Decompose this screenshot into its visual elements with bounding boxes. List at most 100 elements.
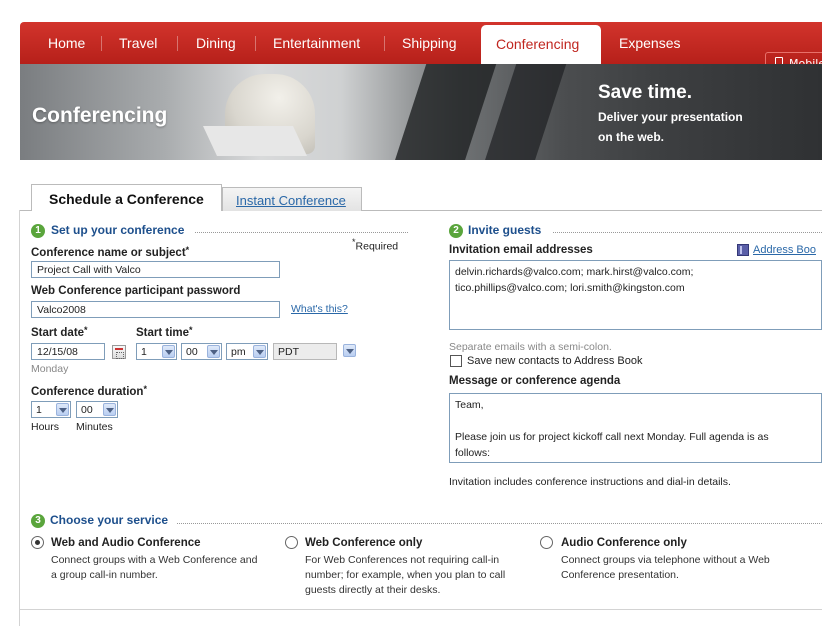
start-day-name: Monday [31,363,69,375]
message-textarea[interactable]: Team, Please join us for project kickoff… [449,393,822,463]
nav-travel[interactable]: Travel [119,35,157,51]
calendar-icon[interactable] [112,345,126,359]
message-line: follows: [455,447,491,459]
start-time-label: Start time* [136,325,193,339]
duration-label: Conference duration* [31,384,147,398]
tab-schedule-conference[interactable]: Schedule a Conference [31,184,222,211]
banner-subline-1: Deliver your presentation [598,110,743,124]
web-only-label: Web Conference only [305,537,423,549]
section-divider [195,232,408,233]
hour-select[interactable]: 1 [136,343,177,360]
emails-line: tico.phillips@valco.com; lori.smith@king… [455,282,685,294]
ampm-value: pm [231,346,246,358]
nav-dining[interactable]: Dining [196,35,236,51]
section-divider [553,232,822,233]
nav-divider [255,36,256,51]
message-label: Message or conference agenda [449,375,621,387]
nav-divider [101,36,102,51]
chevron-down-icon [56,403,69,416]
timezone-value: PDT [278,346,299,358]
section-divider [177,523,822,524]
description-line: Connect groups with a Web Conference and [51,554,258,566]
tab-schedule-label: Schedule a Conference [49,191,204,207]
hero-banner: Conferencing Save time. Deliver your pre… [20,64,822,160]
service-section-title: Choose your service [50,513,169,527]
ampm-select[interactable]: pm [226,343,268,360]
chevron-down-icon [103,403,116,416]
step-3-badge: 3 [31,514,45,528]
nav-divider [384,36,385,51]
bottom-divider [20,609,822,610]
required-note: *Required [352,237,399,253]
conference-name-input[interactable]: Project Call with Valco [31,261,280,278]
banner-laptop-photo [203,126,307,156]
start-date-label: Start date* [31,325,88,339]
nav-expenses[interactable]: Expenses [619,35,680,51]
hours-caption: Hours [31,421,60,433]
whats-this-link[interactable]: What's this? [291,303,348,315]
save-contacts-checkbox[interactable] [450,355,462,367]
nav-conferencing-active[interactable]: Conferencing [481,25,601,64]
left-border [19,210,20,626]
banner-subline-2: on the web. [598,130,664,144]
tab-instant-conference[interactable]: Instant Conference [222,187,362,211]
banner-window-frame [480,64,570,160]
banner-window-frame [390,64,500,160]
chevron-down-icon [207,345,220,358]
description-line: guests directly at their desks. [305,584,441,596]
duration-minutes-select[interactable]: 00 [76,401,118,418]
emails-label: Invitation email addresses [449,244,593,256]
web-audio-description: Connect groups with a Web Conference and… [51,553,257,583]
password-input[interactable]: Valco2008 [31,301,280,318]
description-line: a group call-in number. [51,569,158,581]
setup-section-title: Set up your conference [51,223,185,237]
chevron-down-icon [162,345,175,358]
description-line: Conference presentation. [561,569,679,581]
nav-shipping[interactable]: Shipping [402,35,457,51]
banner-subline: Deliver your presentation on the web. [598,107,778,147]
save-contacts-label: Save new contacts to Address Book [467,355,643,367]
message-line: Team, [455,399,484,411]
hour-value: 1 [141,346,147,358]
nav-entertainment[interactable]: Entertainment [273,35,360,51]
top-nav: Home Travel Dining Entertainment Shippin… [20,22,822,74]
nav-conferencing: Conferencing [496,36,580,52]
invitation-note: Invitation includes conference instructi… [449,476,731,488]
duration-minutes-value: 00 [81,404,93,416]
tab-instant-label: Instant Conference [236,193,346,208]
duration-hours-select[interactable]: 1 [31,401,71,418]
minute-value: 00 [186,346,198,358]
timezone-select-button[interactable] [340,343,357,360]
start-date-input[interactable]: 12/15/08 [31,343,105,360]
step-1-badge: 1 [31,224,45,238]
step-2-badge: 2 [449,224,463,238]
address-book-icon[interactable] [737,244,749,256]
emails-line: delvin.richards@valco.com; mark.hirst@va… [455,266,694,278]
nav-divider [177,36,178,51]
chevron-down-icon [343,344,356,357]
description-line: number; for example, when you plan to ca… [305,569,506,581]
address-book-link[interactable]: Address Boo [753,244,816,256]
description-line: For Web Conferences not requiring call-i… [305,554,500,566]
chevron-down-icon [253,345,266,358]
web-only-description: For Web Conferences not requiring call-i… [305,553,505,598]
web-audio-radio[interactable] [31,536,44,549]
conference-name-label: Conference name or subject* [31,245,190,259]
message-line [455,413,816,429]
description-line: Connect groups via telephone without a W… [561,554,770,566]
audio-only-radio[interactable] [540,536,553,549]
minutes-caption: Minutes [76,421,113,433]
password-label: Web Conference participant password [31,285,241,297]
emails-textarea[interactable]: delvin.richards@valco.com; mark.hirst@va… [449,260,822,330]
message-line: Please join us for project kickoff call … [455,431,769,443]
web-only-radio[interactable] [285,536,298,549]
nav-home[interactable]: Home [48,35,85,51]
web-audio-label: Web and Audio Conference [51,537,201,549]
timezone-field: PDT [273,343,337,360]
audio-only-description: Connect groups via telephone without a W… [561,553,770,583]
invite-section-title: Invite guests [468,223,542,237]
minute-select[interactable]: 00 [181,343,222,360]
banner-title: Conferencing [32,104,168,127]
audio-only-label: Audio Conference only [561,537,687,549]
banner-headline: Save time. [598,82,692,103]
